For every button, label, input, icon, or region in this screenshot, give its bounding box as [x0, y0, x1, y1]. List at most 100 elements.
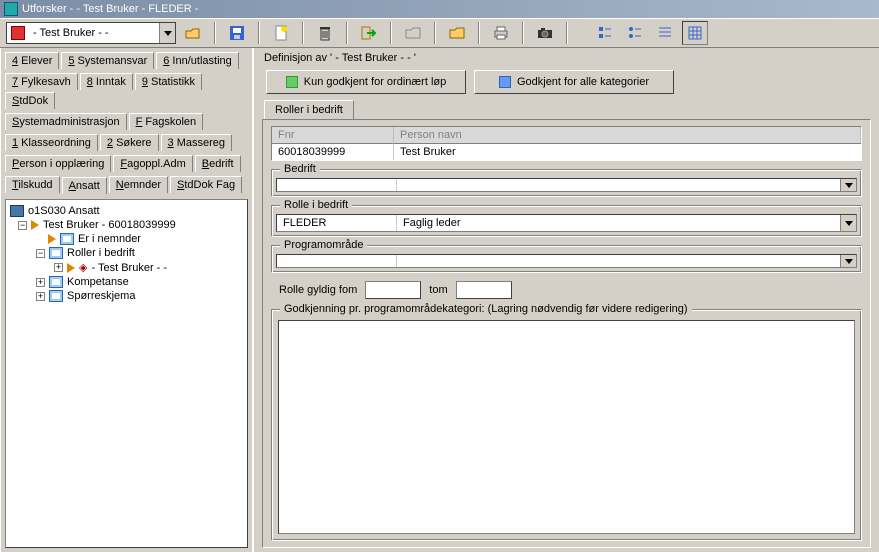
- view1-button[interactable]: [592, 21, 618, 45]
- table-icon: [49, 247, 63, 259]
- fom-input[interactable]: [365, 281, 421, 299]
- definition-label: Definisjon av ' - Test Bruker - - ': [258, 48, 875, 68]
- left-tab[interactable]: 5 Systemansvar: [61, 52, 154, 69]
- separator: [478, 22, 480, 44]
- toolbar: - Test Bruker - -: [0, 18, 879, 48]
- prog-legend: Programområde: [280, 239, 367, 251]
- chevron-down-icon[interactable]: [840, 179, 856, 191]
- collapse-icon[interactable]: −: [36, 249, 45, 258]
- bedrift-code: [277, 179, 397, 191]
- left-tabs: 4 Elever5 Systemansvar6 Inn/utlasting 7 F…: [1, 48, 252, 197]
- left-tab[interactable]: 1 Klasseordning: [5, 134, 98, 151]
- rolle-combo[interactable]: FLEDER Faglig leder: [276, 214, 857, 232]
- tab-roller-i-bedrift[interactable]: Roller i bedrift: [264, 100, 354, 119]
- validity-row: Rolle gyldig fom tom: [271, 277, 862, 303]
- tree-person[interactable]: − Test Bruker - 60018039999: [10, 218, 243, 232]
- context-combo[interactable]: - Test Bruker - -: [6, 22, 176, 44]
- tree-label: Spørreskjema: [67, 290, 135, 302]
- collapse-icon[interactable]: −: [18, 221, 27, 230]
- approve-all-button[interactable]: Godkjent for alle kategorier: [474, 70, 674, 94]
- tree-item[interactable]: Er i nemnder: [10, 232, 243, 246]
- save-button[interactable]: [224, 21, 250, 45]
- left-tab[interactable]: Fagoppl.Adm: [113, 155, 192, 172]
- left-tab[interactable]: 2 Søkere: [100, 134, 159, 151]
- separator: [214, 22, 216, 44]
- form-panel: Fnr Person navn 60018039999 Test Bruker …: [262, 119, 871, 548]
- exit-button[interactable]: [356, 21, 382, 45]
- person-header: Person navn: [394, 127, 861, 143]
- rolle-legend: Rolle i bedrift: [280, 199, 352, 211]
- prog-combo[interactable]: [276, 254, 857, 268]
- left-tab[interactable]: StdDok: [5, 92, 55, 109]
- folder-button[interactable]: [400, 21, 426, 45]
- expand-icon[interactable]: +: [54, 263, 63, 272]
- left-tab[interactable]: 4 Elever: [5, 52, 59, 69]
- left-tab[interactable]: 3 Massereg: [161, 134, 232, 151]
- left-tab[interactable]: 9 Statistikk: [135, 73, 202, 90]
- tree-label: Kompetanse: [67, 276, 129, 288]
- expand-icon[interactable]: +: [36, 292, 45, 301]
- tree-label: o1S030 Ansatt: [28, 205, 100, 217]
- folder2-button[interactable]: [444, 21, 470, 45]
- tree-root[interactable]: o1S030 Ansatt: [10, 204, 243, 218]
- left-tab[interactable]: Person i opplæring: [5, 155, 111, 172]
- right-pane: Definisjon av ' - Test Bruker - - ' Kun …: [254, 48, 879, 552]
- arrow-icon: [67, 263, 75, 273]
- tab-label: Roller i bedrift: [275, 104, 343, 116]
- red-square-icon: [11, 26, 25, 40]
- print-button[interactable]: [488, 21, 514, 45]
- fnr-value: 60018039999: [272, 143, 394, 160]
- bedrift-combo[interactable]: [276, 178, 857, 192]
- approve-all-icon: [499, 76, 511, 88]
- tree-item-child[interactable]: + ◈ - Test Bruker - -: [10, 260, 243, 275]
- expand-icon[interactable]: +: [36, 278, 45, 287]
- person-fieldset: Fnr Person navn 60018039999 Test Bruker: [271, 126, 862, 161]
- rolle-name: Faglig leder: [397, 215, 840, 231]
- tree-label: Roller i bedrift: [67, 247, 135, 259]
- person-value: Test Bruker: [394, 143, 861, 160]
- separator: [566, 22, 568, 44]
- chevron-down-icon[interactable]: [840, 255, 856, 267]
- prog-name: [397, 255, 840, 267]
- left-tab[interactable]: 7 Fylkesavh: [5, 73, 78, 90]
- chevron-down-icon[interactable]: [840, 215, 856, 231]
- chevron-down-icon[interactable]: [159, 23, 175, 43]
- left-tab[interactable]: F Fagskolen: [129, 113, 204, 130]
- approve-ordinary-button[interactable]: Kun godkjent for ordinært løp: [266, 70, 466, 94]
- title-bar: Utforsker - - Test Bruker - FLEDER -: [0, 0, 879, 18]
- left-tab[interactable]: Tilskudd: [5, 176, 60, 193]
- left-tab[interactable]: Systemadministrasjon: [5, 113, 127, 130]
- view3-button[interactable]: [652, 21, 678, 45]
- tree[interactable]: o1S030 Ansatt − Test Bruker - 6001803999…: [5, 199, 248, 548]
- open-folder-button[interactable]: [180, 21, 206, 45]
- new-doc-button[interactable]: [268, 21, 294, 45]
- button-label: Godkjent for alle kategorier: [517, 76, 649, 88]
- left-tab[interactable]: 6 Inn/utlasting: [156, 52, 239, 69]
- tom-input[interactable]: [456, 281, 512, 299]
- prog-code: [277, 255, 397, 267]
- bedrift-legend: Bedrift: [280, 163, 320, 175]
- tree-label: Er i nemnder: [78, 233, 141, 245]
- delete-button[interactable]: [312, 21, 338, 45]
- left-tab[interactable]: Bedrift: [195, 155, 241, 172]
- tree-label: Test Bruker - 60018039999: [43, 219, 176, 231]
- left-tab[interactable]: Ansatt: [62, 177, 107, 194]
- tree-item[interactable]: + Spørreskjema: [10, 289, 243, 303]
- tree-item[interactable]: − Roller i bedrift: [10, 246, 243, 260]
- approval-list[interactable]: [278, 320, 855, 534]
- tree-label: - Test Bruker - -: [91, 262, 167, 274]
- table-icon: [60, 233, 74, 245]
- table-icon: [49, 290, 63, 302]
- left-tab[interactable]: 8 Inntak: [80, 73, 133, 90]
- left-tab[interactable]: Nemnder: [109, 176, 168, 193]
- view2-button[interactable]: [622, 21, 648, 45]
- left-tab[interactable]: StdDok Fag: [170, 176, 242, 193]
- camera-button[interactable]: [532, 21, 558, 45]
- separator: [258, 22, 260, 44]
- rolle-fieldset: Rolle i bedrift FLEDER Faglig leder: [271, 205, 862, 237]
- rolle-code: FLEDER: [277, 215, 397, 231]
- arrow-icon: [31, 220, 39, 230]
- tree-item[interactable]: + Kompetanse: [10, 275, 243, 289]
- view4-button[interactable]: [682, 21, 708, 45]
- separator: [302, 22, 304, 44]
